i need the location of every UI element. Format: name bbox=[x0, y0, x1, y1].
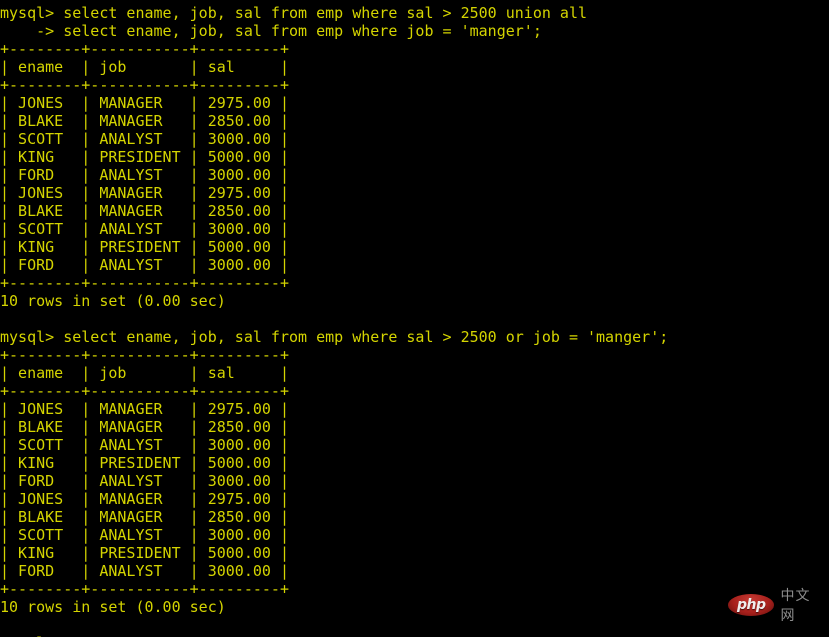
terminal-line: | KING | PRESIDENT | 5000.00 | bbox=[0, 238, 289, 256]
terminal-line: 10 rows in set (0.00 sec) bbox=[0, 292, 226, 310]
terminal-line: | BLAKE | MANAGER | 2850.00 | bbox=[0, 508, 289, 526]
terminal-line: +--------+-----------+---------+ bbox=[0, 346, 289, 364]
terminal-line: +--------+-----------+---------+ bbox=[0, 382, 289, 400]
terminal-line: +--------+-----------+---------+ bbox=[0, 76, 289, 94]
terminal-line: | JONES | MANAGER | 2975.00 | bbox=[0, 400, 289, 418]
terminal-line: | FORD | ANALYST | 3000.00 | bbox=[0, 256, 289, 274]
terminal-line: | KING | PRESIDENT | 5000.00 | bbox=[0, 148, 289, 166]
terminal-line: | SCOTT | ANALYST | 3000.00 | bbox=[0, 130, 289, 148]
terminal-line: | BLAKE | MANAGER | 2850.00 | bbox=[0, 112, 289, 130]
terminal-line: | SCOTT | ANALYST | 3000.00 | bbox=[0, 526, 289, 544]
terminal-line: +--------+-----------+---------+ bbox=[0, 580, 289, 598]
terminal-line: mysql> select ename, job, sal from emp w… bbox=[0, 328, 669, 346]
terminal-line: mysql> select ename, job, sal from emp w… bbox=[0, 4, 587, 22]
terminal-line: | BLAKE | MANAGER | 2850.00 | bbox=[0, 418, 289, 436]
terminal-line: | KING | PRESIDENT | 5000.00 | bbox=[0, 454, 289, 472]
terminal-line: | FORD | ANALYST | 3000.00 | bbox=[0, 166, 289, 184]
terminal-line: | FORD | ANALYST | 3000.00 | bbox=[0, 562, 289, 580]
terminal-line: | SCOTT | ANALYST | 3000.00 | bbox=[0, 220, 289, 238]
terminal-line: | JONES | MANAGER | 2975.00 | bbox=[0, 94, 289, 112]
terminal-line: | BLAKE | MANAGER | 2850.00 | bbox=[0, 202, 289, 220]
terminal-output[interactable]: mysql> select ename, job, sal from emp w… bbox=[0, 0, 829, 637]
terminal-line: | ename | job | sal | bbox=[0, 58, 289, 76]
terminal-line: +--------+-----------+---------+ bbox=[0, 40, 289, 58]
terminal-line: | ename | job | sal | bbox=[0, 364, 289, 382]
terminal-line: | KING | PRESIDENT | 5000.00 | bbox=[0, 544, 289, 562]
terminal-line: 10 rows in set (0.00 sec) bbox=[0, 598, 226, 616]
terminal-line: | JONES | MANAGER | 2975.00 | bbox=[0, 490, 289, 508]
terminal-line: | FORD | ANALYST | 3000.00 | bbox=[0, 472, 289, 490]
terminal-line: -> select ename, job, sal from emp where… bbox=[0, 22, 542, 40]
terminal-line: +--------+-----------+---------+ bbox=[0, 274, 289, 292]
terminal-line: | SCOTT | ANALYST | 3000.00 | bbox=[0, 436, 289, 454]
terminal-line: | JONES | MANAGER | 2975.00 | bbox=[0, 184, 289, 202]
